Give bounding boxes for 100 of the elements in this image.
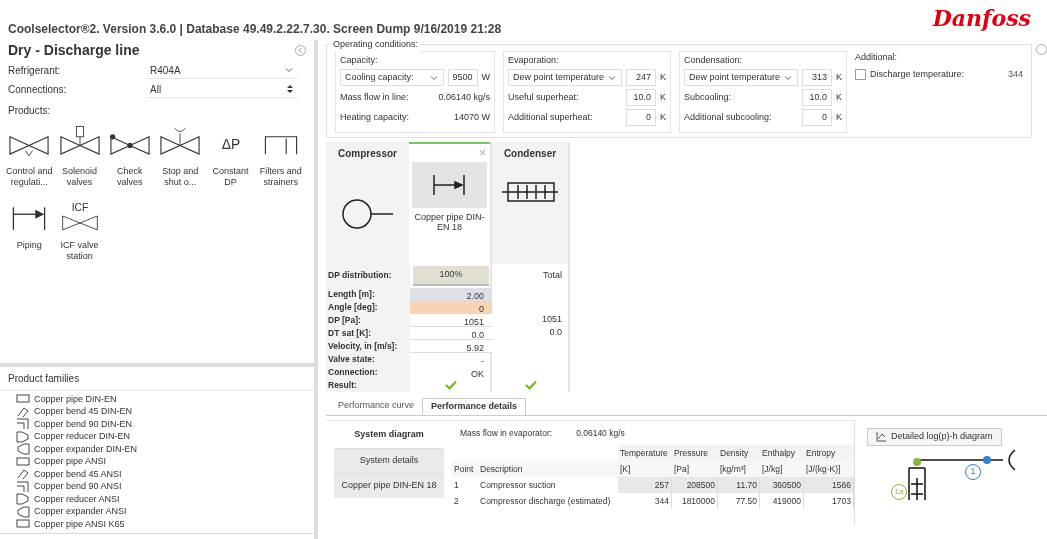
product-tile[interactable]: Filters and strainers — [255, 122, 306, 188]
product-tile[interactable]: Check valves — [104, 122, 155, 188]
product-tile[interactable]: Piping — [4, 196, 55, 262]
number-field[interactable]: 9500 — [447, 69, 478, 86]
dropdown[interactable]: Cooling capacity: — [340, 69, 444, 86]
product-tile[interactable]: Stop and shut o... — [155, 122, 206, 188]
column-header: Description — [478, 460, 618, 477]
cell-value: - — [480, 354, 485, 366]
unit-label: K — [660, 70, 666, 84]
product-tile[interactable]: ΔP Constant DP — [205, 122, 256, 188]
number-field[interactable]: 0 — [802, 109, 832, 126]
field-label: Mass flow in line: — [340, 90, 409, 104]
family-item[interactable]: Copper bend 90 ANSI — [16, 480, 314, 493]
column-header: Point — [452, 460, 478, 477]
column-header: Density — [718, 444, 760, 461]
fitting-icon — [16, 429, 30, 444]
column-header: Condenser — [502, 146, 558, 161]
field-value: 0.06140 kg/s — [438, 90, 490, 104]
product-tile[interactable]: Solenoid valves — [54, 122, 105, 188]
pipe-tile[interactable] — [412, 161, 487, 208]
unit-label: K — [660, 90, 666, 104]
family-item[interactable]: Copper bend 45 DIN-EN — [16, 405, 314, 418]
field-label: Useful superheat: — [508, 90, 579, 104]
fitting-icon — [16, 417, 30, 432]
dropdown[interactable]: Dew point temperature — [684, 69, 798, 86]
checkbox[interactable] — [855, 69, 866, 80]
fitting-icon — [16, 467, 30, 482]
column-header: Entropy — [804, 444, 854, 461]
family-item[interactable]: Copper pipe ANSI K65 — [16, 518, 314, 531]
field-label: Heating capacity: — [340, 110, 410, 124]
fitting-icon — [16, 454, 30, 469]
product-tile[interactable]: Control and regulati... — [4, 122, 55, 188]
component-label: Copper pipe DIN-EN 18 — [413, 211, 486, 232]
field-label: Additional subcooling: — [684, 110, 772, 124]
spinner-icon — [286, 84, 294, 94]
tab[interactable]: Performance details — [422, 397, 527, 415]
number-field[interactable]: 10.0 — [802, 89, 832, 106]
fitting-icon — [16, 492, 30, 507]
column-header: Enthalpy — [760, 444, 804, 461]
field-label: Additional superheat: — [508, 110, 593, 124]
family-item[interactable]: Copper reducer ANSI — [16, 493, 314, 506]
section-label: Product families — [0, 367, 314, 391]
table-cell-text: Compressor discharge (estimated) — [479, 494, 612, 508]
field-value: 0.06140 kg/s — [576, 427, 625, 440]
distribution-button[interactable]: 100% — [413, 265, 489, 286]
column-header: Temperature — [618, 444, 672, 461]
group-title: Condensation: — [684, 55, 743, 65]
family-item[interactable]: Copper bend 45 ANSI — [16, 468, 314, 481]
section-label: Products: — [7, 104, 52, 118]
table-cell: 77.50 — [718, 492, 760, 509]
number-field[interactable]: 0 — [626, 109, 656, 126]
number-field[interactable]: 313 — [802, 69, 832, 86]
table-cell: 1703 — [804, 492, 854, 509]
cell-value: 1051 — [541, 313, 563, 327]
field-label: Mass flow in evaporator: — [460, 427, 553, 440]
field-label: Refrigerant: — [8, 64, 62, 78]
side-tab[interactable]: System details — [334, 447, 444, 473]
family-item[interactable]: Copper reducer DIN-EN — [16, 430, 314, 443]
unit-label: W — [481, 70, 490, 84]
table-cell: 1810000 — [672, 492, 718, 509]
window-title: Coolselector®2. Version 3.6.0 | Database 49.49.2.22.7.30. Screen Dump 9/16/2019 21:28 — [8, 21, 502, 38]
dropdown[interactable]: Dew point temperature — [508, 69, 622, 86]
group-title: Additional: — [855, 51, 899, 64]
collapse-icon[interactable] — [295, 45, 306, 56]
chart-icon — [876, 431, 887, 442]
family-item[interactable]: Copper pipe DIN-EN — [16, 393, 314, 406]
family-item[interactable]: Copper expander ANSI — [16, 505, 314, 518]
number-field[interactable]: 2.00 — [410, 287, 492, 301]
column-header: Compressor — [337, 146, 398, 161]
field-value: 14070 W — [453, 110, 490, 124]
table-cell: 419000 — [760, 492, 804, 509]
dropdown[interactable]: R404A — [146, 62, 298, 79]
logo: Danfoss — [932, 4, 1031, 33]
dropdown[interactable]: All — [146, 81, 298, 98]
field-label: Subcooling: — [684, 90, 732, 104]
family-item[interactable]: Copper bend 90 DIN-EN — [16, 418, 314, 431]
delta-p-symbol: ΔP — [204, 122, 257, 162]
cell-value: 0.0 — [549, 326, 563, 340]
unit-label: K — [836, 110, 842, 124]
family-item[interactable]: Copper pipe ANSI — [16, 455, 314, 468]
fitting-icon — [16, 504, 30, 519]
unit-label: K — [836, 90, 842, 104]
field-label: Discharge temperature: — [870, 67, 966, 81]
cell-value: Total — [543, 268, 563, 282]
table-cell: 344 — [618, 492, 672, 509]
unit-label: K — [836, 70, 842, 84]
family-item[interactable]: Copper expander DIN-EN — [16, 443, 314, 456]
side-tab[interactable]: Copper pipe DIN-EN 18 — [334, 472, 444, 498]
column-header: Pressure — [672, 444, 718, 461]
group-title: Capacity: — [340, 55, 378, 65]
table-cell-text: 1 — [453, 478, 460, 492]
cell-value: OK — [470, 367, 485, 379]
unit-label: K — [660, 110, 666, 124]
number-field[interactable]: 344 — [999, 67, 1023, 82]
tab[interactable]: Performance curve — [330, 397, 423, 415]
diagram-button[interactable]: Detailed log(p)-h diagram — [867, 427, 1002, 446]
number-field[interactable]: 10.0 — [626, 89, 656, 106]
product-tile[interactable]: ICF ICF valve station — [54, 196, 105, 262]
group-title: Evaporation: — [508, 55, 559, 65]
number-field[interactable]: 247 — [626, 69, 656, 86]
